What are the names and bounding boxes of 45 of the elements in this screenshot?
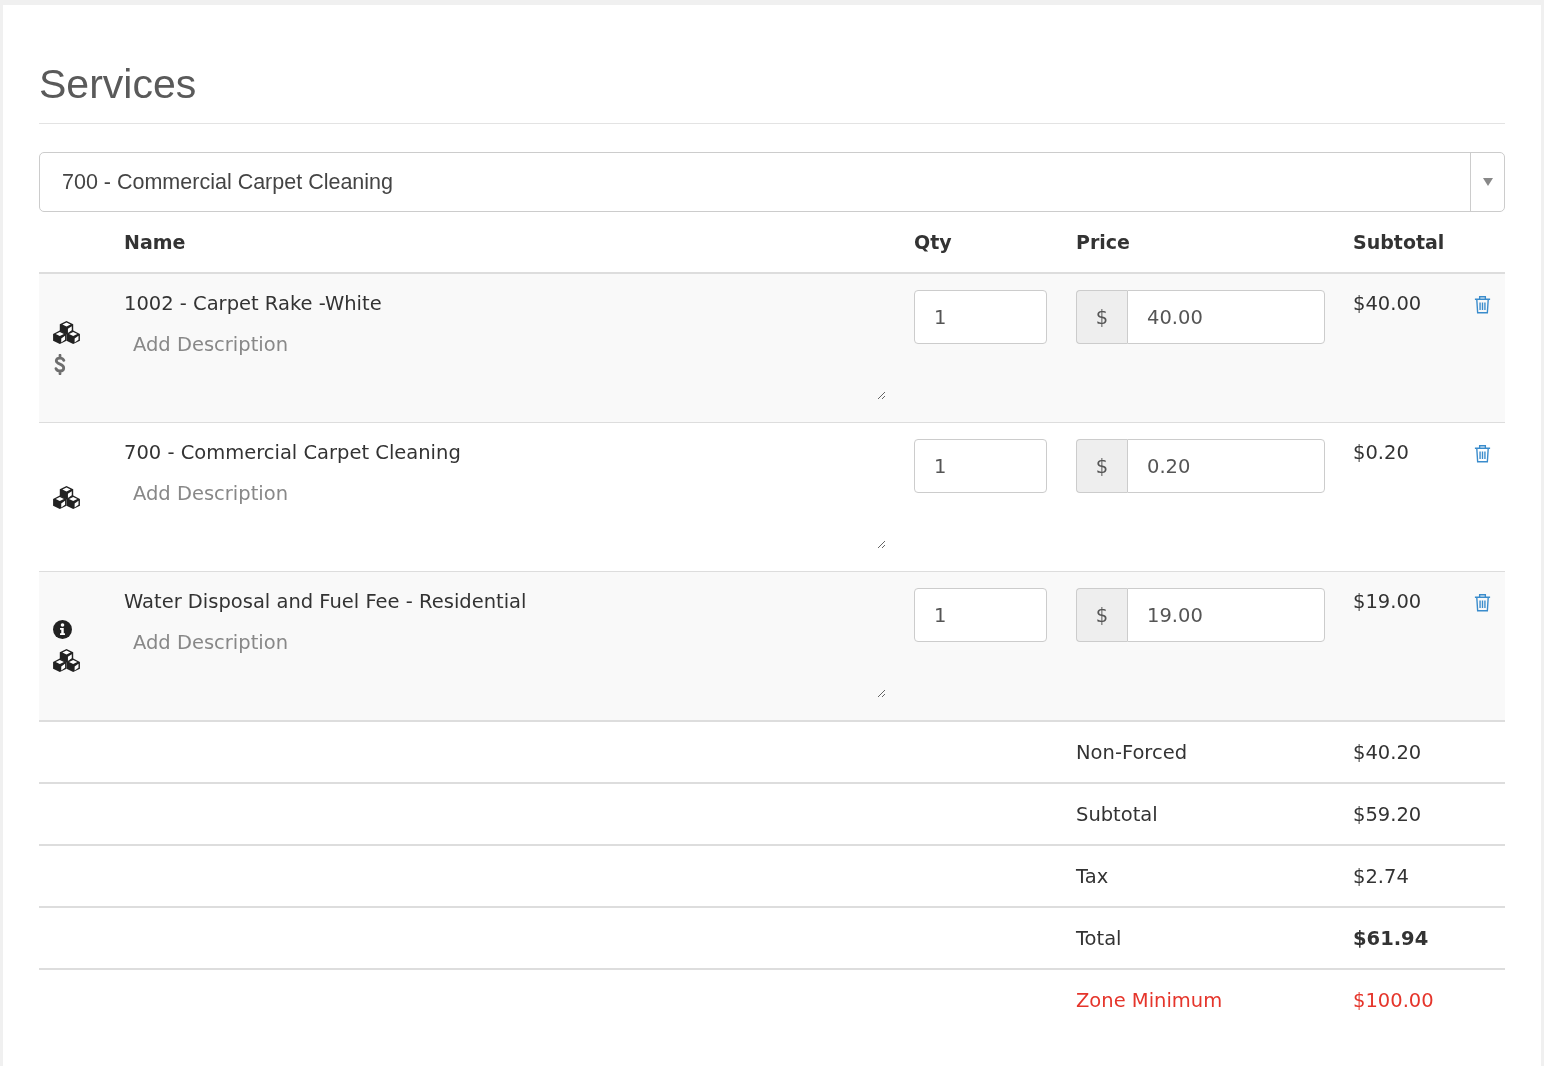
item-name: 1002 - Carpet Rake -White — [124, 291, 382, 317]
price-input[interactable]: 19.00 — [1127, 588, 1325, 642]
dollar-icon — [54, 354, 66, 375]
summary-value: $100.00 — [1353, 988, 1434, 1012]
line-item-row[interactable]: 1002 - Carpet Rake -White Add Description 1 $ 40.00 $40.00 — [39, 274, 1505, 422]
line-item-row[interactable]: Water Disposal and Fuel Fee - Residential Add Description 1 $ 19.00 $19.00 — [39, 571, 1505, 720]
summary-value: $61.94 — [1353, 926, 1429, 950]
summary-label: Non-Forced — [1076, 740, 1188, 764]
summary-label: Zone Minimum — [1076, 988, 1223, 1012]
cubes-icon — [53, 649, 80, 672]
quantity-input[interactable]: 1 — [914, 290, 1047, 344]
currency-addon: $ — [1076, 439, 1127, 493]
column-header: Name — [124, 230, 186, 253]
quantity-input[interactable]: 1 — [914, 588, 1047, 642]
cubes-icon — [53, 485, 80, 509]
currency-addon: $ — [1076, 588, 1127, 642]
summary-value: $40.20 — [1353, 740, 1422, 764]
line-subtotal: $19.00 — [1353, 590, 1422, 613]
line-subtotal: $0.20 — [1353, 441, 1409, 464]
column-header: Subtotal — [1353, 230, 1445, 253]
column-header: Qty — [914, 230, 952, 253]
column-header: Price — [1076, 230, 1130, 253]
item-name: 700 - Commercial Carpet Cleaning — [124, 440, 461, 466]
price-input[interactable]: 40.00 — [1127, 290, 1325, 344]
summary-value: $59.20 — [1353, 802, 1422, 826]
price-input[interactable]: 0.20 — [1127, 439, 1325, 493]
trash-icon[interactable] — [1474, 295, 1491, 314]
summary-label: Subtotal — [1076, 802, 1158, 826]
description-field[interactable]: Add Description — [124, 325, 886, 400]
line-subtotal: $40.00 — [1353, 292, 1422, 315]
summary-label: Total — [1076, 926, 1122, 950]
summary-label: Tax — [1076, 864, 1109, 888]
caret-down-icon — [1482, 178, 1493, 186]
quantity-input[interactable]: 1 — [914, 439, 1047, 493]
description-field[interactable]: Add Description — [124, 474, 886, 549]
service-select[interactable]: 700 - Commercial Carpet Cleaning — [39, 152, 1505, 212]
info-icon — [53, 620, 72, 639]
section-title: Services — [39, 62, 197, 107]
description-field[interactable]: Add Description — [124, 623, 886, 698]
currency-addon: $ — [1076, 290, 1127, 344]
cubes-icon — [53, 321, 80, 344]
trash-icon[interactable] — [1474, 593, 1491, 612]
item-name: Water Disposal and Fuel Fee - Residential — [124, 589, 527, 615]
summary-value: $2.74 — [1353, 864, 1409, 888]
trash-icon[interactable] — [1474, 444, 1491, 463]
